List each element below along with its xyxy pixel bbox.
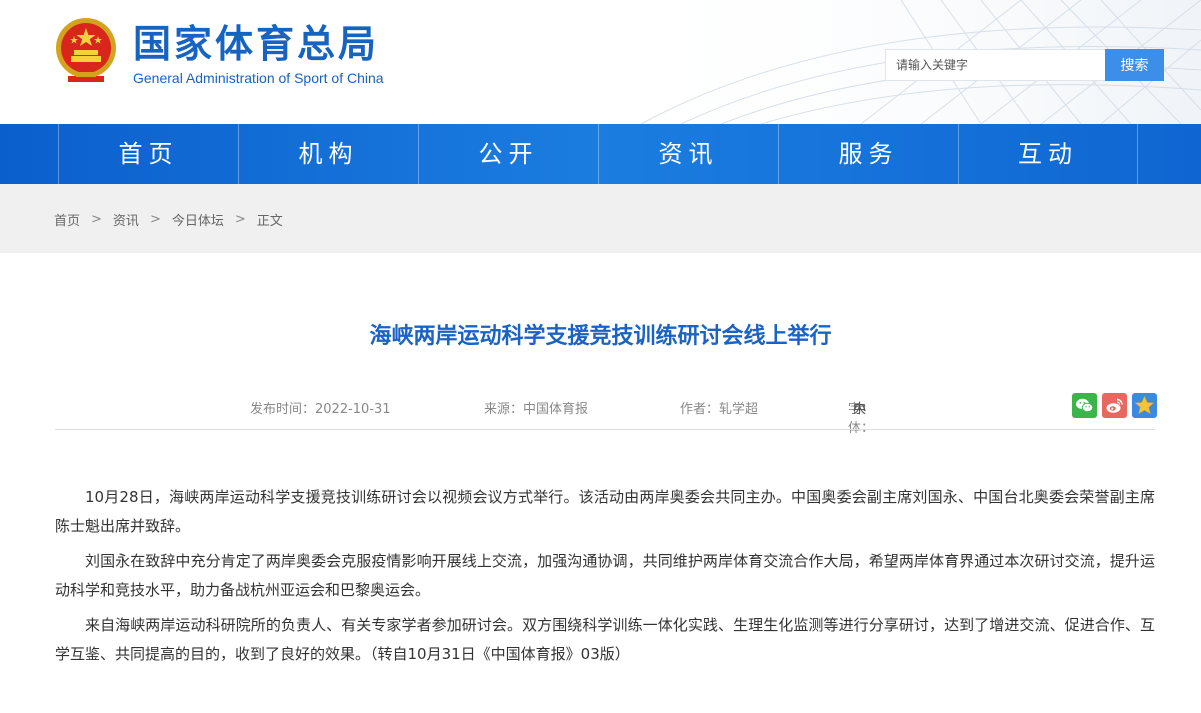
article-title: 海峡两岸运动科学支援竞技训练研讨会线上举行: [369, 324, 832, 349]
site-name: 国家体育总局: [133, 22, 380, 66]
article-paragraph: 10月28日，海峡两岸运动科学支援竞技训练研讨会以视频会议方式举行。该活动由两岸…: [55, 488, 1155, 535]
article-paragraph: 刘国永在致辞中充分肯定了两岸奥委会克服疫情影响开展线上交流，加强沟通协调，共同维…: [55, 552, 1155, 599]
nav-item-organization[interactable]: 机构: [238, 124, 418, 184]
breadcrumb-separator: >: [149, 212, 161, 227]
breadcrumb-current: 正文: [256, 214, 283, 229]
breadcrumb-home[interactable]: 首页: [54, 210, 80, 229]
search-button[interactable]: 搜索: [1105, 49, 1164, 81]
nav-item-interaction[interactable]: 互动: [958, 124, 1138, 184]
site-header: 国家体育总局 General Administration of Sport o…: [0, 0, 1201, 124]
breadcrumb-bar: 首页 > 资讯 > 今日体坛 > 正文: [0, 184, 1201, 253]
article-author: 作者：轧学超: [680, 402, 759, 417]
national-emblem-logo: [56, 18, 116, 82]
nav-item-services[interactable]: 服务: [778, 124, 958, 184]
breadcrumb: 首页 > 资讯 > 今日体坛 > 正文: [54, 210, 283, 229]
favorite-star-icon[interactable]: [1132, 393, 1157, 418]
breadcrumb-separator: >: [91, 212, 102, 227]
weibo-icon[interactable]: [1102, 393, 1127, 418]
main-nav: 首页 机构 公开 资讯 服务 互动: [0, 124, 1201, 184]
article-body: 10月28日，海峡两岸运动科学支援竞技训练研讨会以视频会议方式举行。该活动由两岸…: [55, 483, 1155, 675]
search-input[interactable]: [886, 50, 1107, 80]
nav-item-news[interactable]: 资讯: [598, 124, 778, 184]
article-paragraph: 来自海峡两岸运动科研院所的负责人、有关专家学者参加研讨会。双方围绕科学训练一体化…: [55, 616, 1155, 663]
article-meta: 发布时间：2022-10-31 来源：中国体育报 作者：轧学超 字体：大中小: [0, 398, 1201, 436]
wechat-icon[interactable]: [1072, 393, 1097, 418]
nav-item-home[interactable]: 首页: [58, 124, 238, 184]
meta-divider: [55, 429, 1155, 430]
breadcrumb-separator: >: [234, 212, 246, 227]
article-source: 来源：中国体育报: [484, 402, 589, 417]
nav-item-public[interactable]: 公开: [418, 124, 598, 184]
breadcrumb-today-sports[interactable]: 今日体坛: [172, 210, 224, 229]
publish-time: 发布时间：2022-10-31: [250, 402, 391, 417]
search-box: 搜索: [885, 49, 1164, 81]
site-name-english: General Administration of Sport of China: [133, 70, 384, 86]
breadcrumb-news[interactable]: 资讯: [113, 210, 139, 229]
font-size-small[interactable]: 小: [853, 398, 866, 417]
